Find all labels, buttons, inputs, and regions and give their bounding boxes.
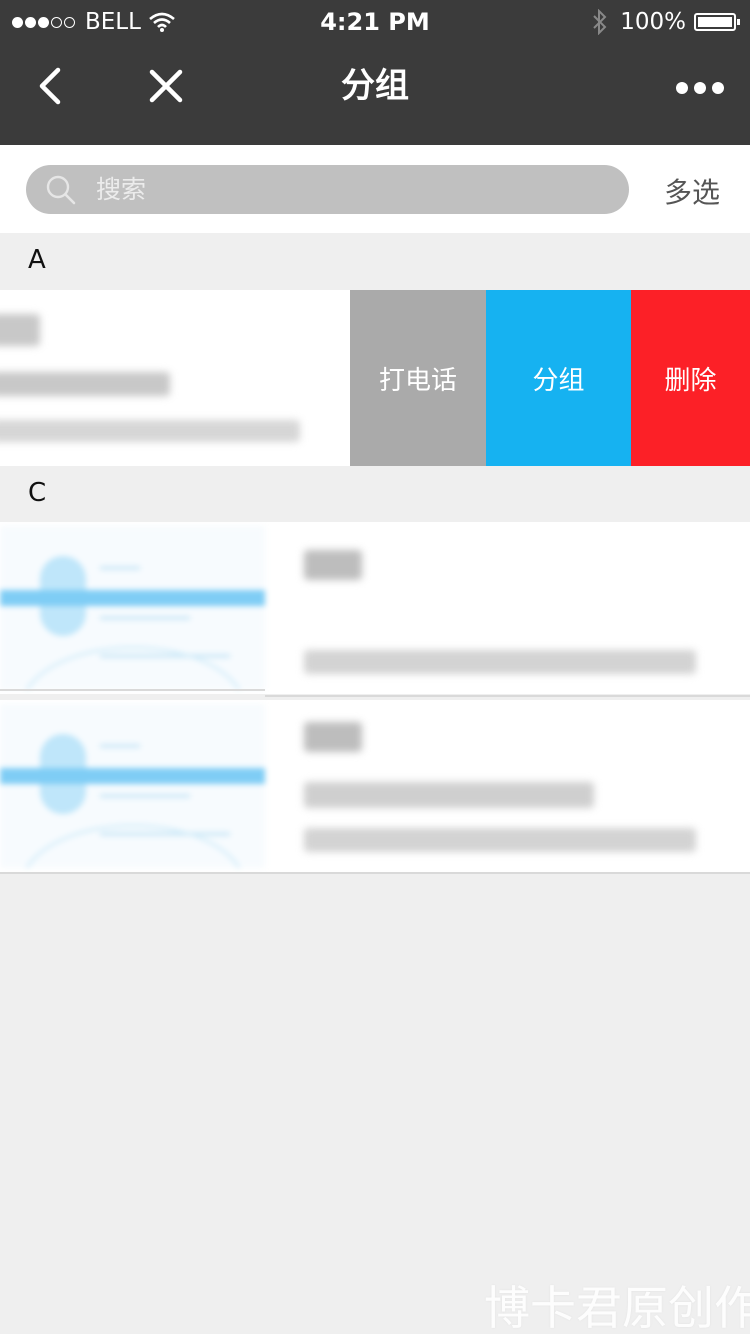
business-card-thumbnail (0, 704, 265, 868)
watermark: 博卡君原创作 (484, 1281, 750, 1332)
search-bar: 多选 (0, 145, 750, 233)
battery-percent: 100% (620, 9, 686, 35)
row-divider (0, 689, 265, 691)
section-letter: A (28, 245, 46, 275)
status-right: 100% (592, 8, 740, 36)
battery-icon (694, 13, 740, 31)
contact-name-blurred (304, 550, 362, 580)
row-divider (0, 872, 750, 874)
contact-company-blurred (304, 828, 696, 852)
contact-title-blurred (304, 782, 594, 808)
contact-name-blurred (0, 314, 40, 346)
contact-company-blurred (0, 420, 300, 442)
search-box[interactable] (26, 165, 629, 214)
bluetooth-icon (593, 9, 607, 35)
status-bar: BELL 4:21 PM 100% (0, 0, 750, 44)
search-input[interactable] (96, 165, 596, 214)
section-letter: C (28, 478, 47, 508)
group-button[interactable]: 分组 (486, 290, 631, 466)
contact-card-row[interactable] (0, 700, 750, 872)
contact-title-blurred (0, 372, 170, 396)
page-title: 分组 (341, 66, 409, 106)
section-header-c: C (0, 466, 750, 522)
row-divider (265, 695, 750, 697)
multi-select-button[interactable]: 多选 (664, 171, 720, 211)
more-options-icon[interactable] (676, 80, 724, 96)
contact-card-row[interactable] (0, 522, 750, 694)
section-header-a: A (0, 233, 750, 289)
contact-row-swiped[interactable]: 打电话 分组 删除 (0, 290, 750, 466)
delete-button[interactable]: 删除 (631, 290, 750, 466)
search-icon (46, 175, 76, 205)
call-button[interactable]: 打电话 (350, 290, 486, 466)
contact-name-blurred (304, 722, 362, 752)
contact-company-blurred (304, 650, 696, 674)
business-card-thumbnail (0, 526, 265, 690)
navigation-bar: 分组 (0, 44, 750, 145)
